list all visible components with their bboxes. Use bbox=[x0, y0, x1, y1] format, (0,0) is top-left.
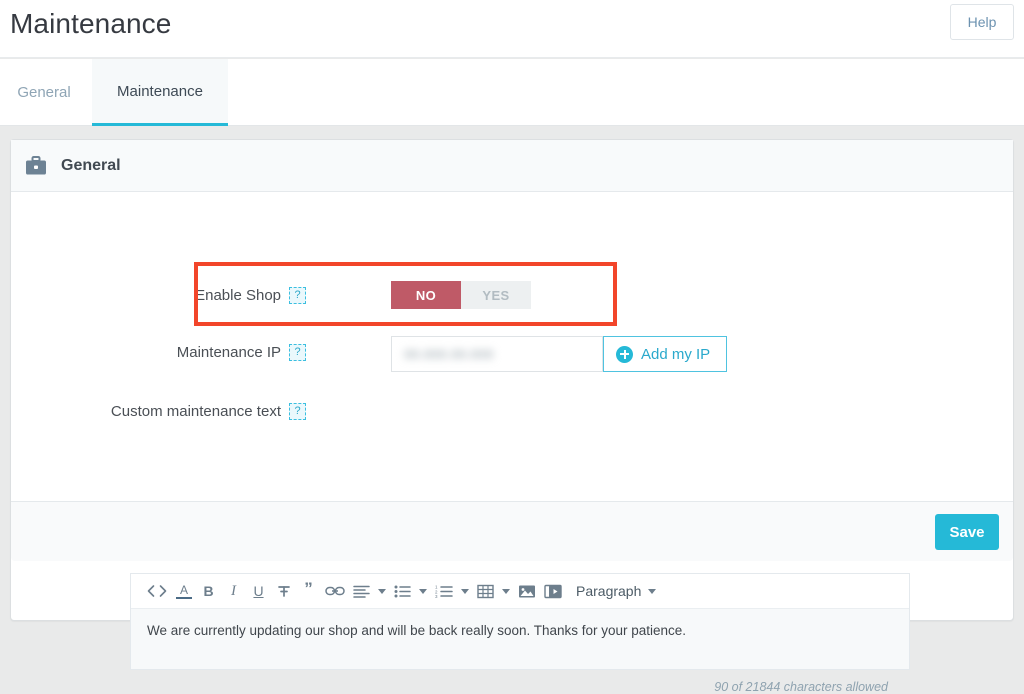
maintenance-ip-value: 00.000.00.000 bbox=[404, 346, 494, 362]
tab-maintenance[interactable]: Maintenance bbox=[92, 59, 228, 126]
italic-icon[interactable]: I bbox=[221, 574, 246, 609]
bold-icon[interactable]: B bbox=[196, 574, 221, 609]
custom-maintenance-text-help-icon[interactable]: ? bbox=[289, 403, 306, 420]
rich-text-editor: A B I U ” 1 2 3 Paragraph We are current… bbox=[130, 573, 910, 670]
page-title: Maintenance bbox=[10, 8, 172, 39]
tab-bar: General Maintenance bbox=[0, 59, 1024, 126]
format-select-caret-icon bbox=[648, 588, 657, 594]
source-code-icon[interactable] bbox=[143, 574, 171, 609]
video-icon[interactable] bbox=[540, 574, 566, 609]
ordered-list-icon[interactable]: 1 2 3 bbox=[431, 574, 457, 609]
link-icon[interactable] bbox=[321, 574, 349, 609]
format-select-label: Paragraph bbox=[576, 583, 642, 599]
tab-general[interactable]: General bbox=[0, 59, 88, 126]
enable-shop-help-icon[interactable]: ? bbox=[289, 287, 306, 304]
add-my-ip-label: Add my IP bbox=[641, 345, 711, 363]
unordered-list-icon[interactable] bbox=[390, 574, 415, 609]
page-header: Maintenance Help bbox=[0, 0, 1024, 58]
add-my-ip-button[interactable]: Add my IP bbox=[603, 336, 728, 372]
toggle-option-no[interactable]: NO bbox=[391, 281, 461, 309]
text-color-icon[interactable]: A bbox=[171, 574, 196, 609]
unordered-list-dropdown-caret-icon[interactable] bbox=[415, 574, 431, 609]
svg-text:3: 3 bbox=[435, 594, 438, 598]
format-select[interactable]: Paragraph bbox=[576, 583, 657, 599]
toggle-option-yes[interactable]: YES bbox=[461, 281, 531, 309]
custom-maintenance-text-label-text: Custom maintenance text bbox=[110, 403, 281, 420]
svg-text:A: A bbox=[179, 583, 187, 596]
align-dropdown-caret-icon[interactable] bbox=[374, 574, 390, 609]
enable-shop-label-text: Enable Shop bbox=[195, 287, 281, 304]
character-count: 90 of 21844 characters allowed bbox=[714, 680, 888, 694]
save-button[interactable]: Save bbox=[935, 514, 999, 550]
enable-shop-toggle[interactable]: NO YES bbox=[391, 281, 531, 309]
maintenance-ip-label-text: Maintenance IP bbox=[176, 344, 281, 361]
table-icon[interactable] bbox=[473, 574, 498, 609]
image-icon[interactable] bbox=[514, 574, 540, 609]
blockquote-icon[interactable]: ” bbox=[296, 574, 321, 609]
plus-circle-icon bbox=[616, 345, 633, 363]
maintenance-ip-label: Maintenance IP? bbox=[71, 344, 306, 361]
panel-header: General bbox=[11, 140, 1013, 192]
editor-content[interactable]: We are currently updating our shop and w… bbox=[131, 609, 909, 669]
align-icon[interactable] bbox=[349, 574, 374, 609]
ordered-list-dropdown-caret-icon[interactable] bbox=[457, 574, 473, 609]
help-button[interactable]: Help bbox=[950, 4, 1014, 40]
briefcase-icon bbox=[25, 155, 47, 176]
strikethrough-icon[interactable] bbox=[271, 574, 296, 609]
maintenance-ip-input[interactable]: 00.000.00.000 bbox=[391, 336, 603, 372]
editor-toolbar: A B I U ” 1 2 3 Paragraph bbox=[131, 574, 909, 609]
maintenance-ip-help-icon[interactable]: ? bbox=[289, 344, 306, 361]
custom-maintenance-text-label: Custom maintenance text? bbox=[71, 403, 306, 420]
panel-title: General bbox=[61, 156, 121, 174]
panel-body: Enable Shop? NO YES Maintenance IP? 00.0… bbox=[11, 192, 1013, 694]
general-panel: General Enable Shop? NO YES Maintenance … bbox=[10, 139, 1014, 694]
table-dropdown-caret-icon[interactable] bbox=[498, 574, 514, 609]
underline-icon[interactable]: U bbox=[246, 574, 271, 609]
enable-shop-label: Enable Shop? bbox=[71, 287, 306, 304]
panel-footer: Save bbox=[11, 501, 1013, 561]
